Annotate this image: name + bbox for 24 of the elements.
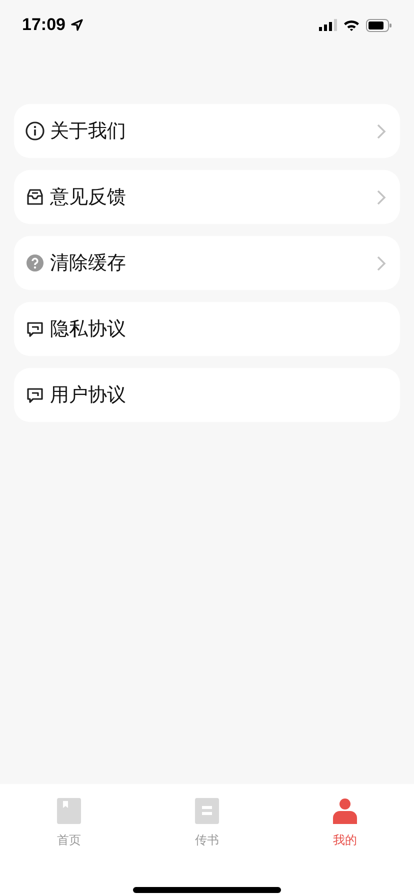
document-icon: [195, 798, 219, 824]
status-time: 17:09: [22, 15, 66, 35]
signal-icon: [319, 19, 337, 31]
tab[interactable]: 我的: [295, 798, 395, 849]
menu-item[interactable]: 用户协议: [14, 368, 400, 422]
location-arrow-icon: [71, 19, 84, 31]
menu-label: 用户协议: [50, 383, 127, 408]
wifi-icon: [343, 19, 360, 31]
person-icon: [333, 798, 357, 824]
info-icon: [25, 121, 45, 141]
menu-label: 意见反馈: [50, 185, 127, 210]
battery-icon: [366, 18, 392, 32]
menu-item[interactable]: 意见反馈: [14, 170, 400, 224]
book-icon: [57, 798, 81, 824]
help-icon: [25, 253, 45, 273]
menu-item[interactable]: 清除缓存: [14, 236, 400, 290]
menu-label: 清除缓存: [50, 251, 127, 276]
message-icon: [25, 385, 45, 405]
menu-item[interactable]: 关于我们: [14, 104, 400, 158]
menu-label: 关于我们: [50, 119, 127, 144]
message-icon: [25, 319, 45, 339]
inbox-icon: [25, 187, 45, 207]
menu-item[interactable]: 隐私协议: [14, 302, 400, 356]
menu-label: 隐私协议: [50, 317, 127, 342]
